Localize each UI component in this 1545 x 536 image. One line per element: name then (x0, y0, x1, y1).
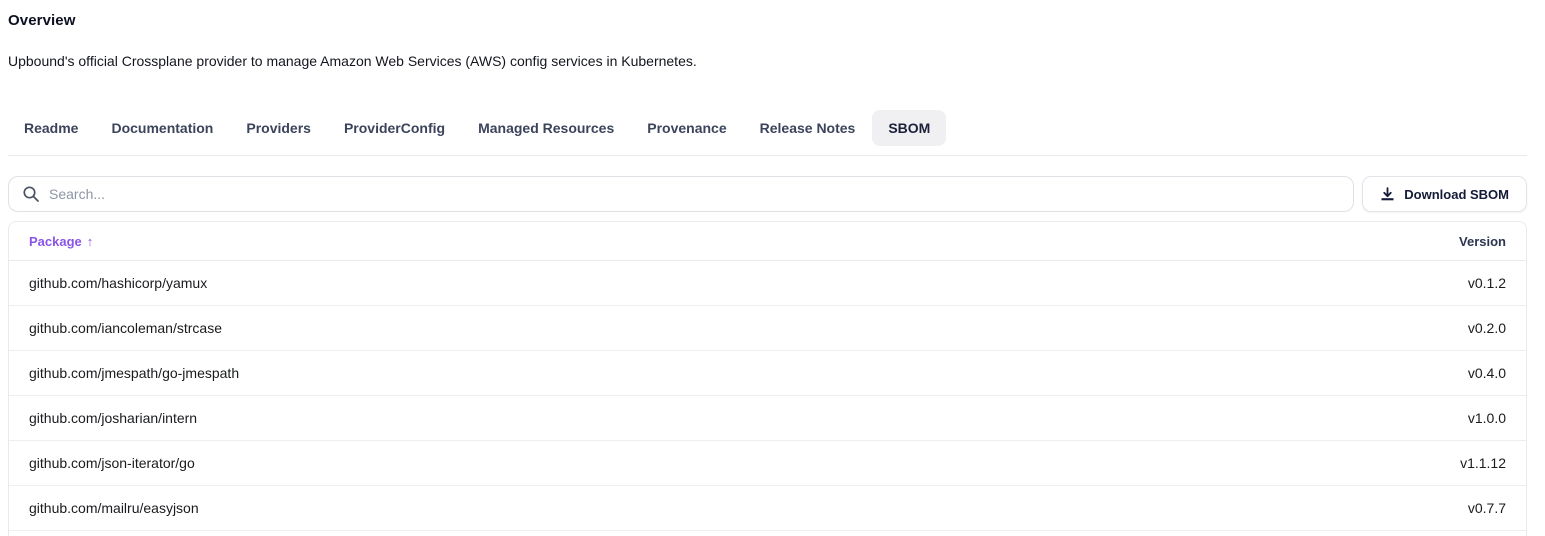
column-header-version[interactable]: Version (1459, 234, 1506, 249)
download-sbom-button[interactable]: Download SBOM (1362, 176, 1527, 212)
table-row[interactable]: github.com/json-iterator/go v1.1.12 (9, 441, 1526, 486)
package-name-cell: github.com/mailru/easyjson (29, 500, 199, 516)
search-icon (22, 185, 40, 203)
tab[interactable]: Documentation (95, 110, 229, 146)
package-name-cell: github.com/hashicorp/yamux (29, 275, 207, 291)
sbom-package-table: Package ↑ Version github.com/hashicorp/y… (8, 221, 1527, 536)
tab[interactable]: SBOM (872, 110, 946, 146)
table-row[interactable]: github.com/hashicorp/yamux v0.1.2 (9, 261, 1526, 306)
tab[interactable]: Provenance (631, 110, 742, 146)
tab[interactable]: ProviderConfig (328, 110, 461, 146)
column-header-package[interactable]: Package ↑ (29, 234, 93, 249)
package-name-cell: github.com/josharian/intern (29, 410, 197, 426)
column-header-package-label: Package (29, 234, 82, 249)
table-row[interactable]: github.com/mailru/easyjson v0.7.7 (9, 486, 1526, 531)
package-version-cell: v0.4.0 (1468, 365, 1506, 381)
package-version-cell: v1.1.12 (1460, 455, 1506, 471)
search-input[interactable] (8, 176, 1354, 212)
table-header-row: Package ↑ Version (9, 222, 1526, 261)
sbom-toolbar: Download SBOM (8, 176, 1527, 212)
page-content: Overview Upbound's official Crossplane p… (8, 0, 1527, 536)
tab[interactable]: Release Notes (744, 110, 872, 146)
package-version-cell: v0.2.0 (1468, 320, 1506, 336)
tab[interactable]: Providers (230, 110, 327, 146)
page-title: Overview (8, 0, 1527, 29)
download-icon (1380, 187, 1395, 202)
table-row[interactable]: github.com/iancoleman/strcase v0.2.0 (9, 306, 1526, 351)
package-name-cell: github.com/iancoleman/strcase (29, 320, 222, 336)
sort-ascending-icon: ↑ (87, 234, 94, 249)
tab[interactable]: Managed Resources (462, 110, 630, 146)
package-version-cell: v0.7.7 (1468, 500, 1506, 516)
package-version-cell: v1.0.0 (1468, 410, 1506, 426)
search-container (8, 176, 1354, 212)
tab-bar: ReadmeDocumentationProvidersProviderConf… (8, 110, 1527, 156)
download-button-label: Download SBOM (1404, 187, 1509, 202)
package-version-cell: v0.1.2 (1468, 275, 1506, 291)
package-description: Upbound's official Crossplane provider t… (8, 53, 1527, 69)
package-name-cell: github.com/json-iterator/go (29, 455, 195, 471)
table-row[interactable]: github.com/jmespath/go-jmespath v0.4.0 (9, 351, 1526, 396)
table-row-partial (9, 531, 1526, 536)
tab[interactable]: Readme (8, 110, 94, 146)
table-body: github.com/hashicorp/yamux v0.1.2 github… (9, 261, 1526, 531)
table-row[interactable]: github.com/josharian/intern v1.0.0 (9, 396, 1526, 441)
package-name-cell: github.com/jmespath/go-jmespath (29, 365, 239, 381)
